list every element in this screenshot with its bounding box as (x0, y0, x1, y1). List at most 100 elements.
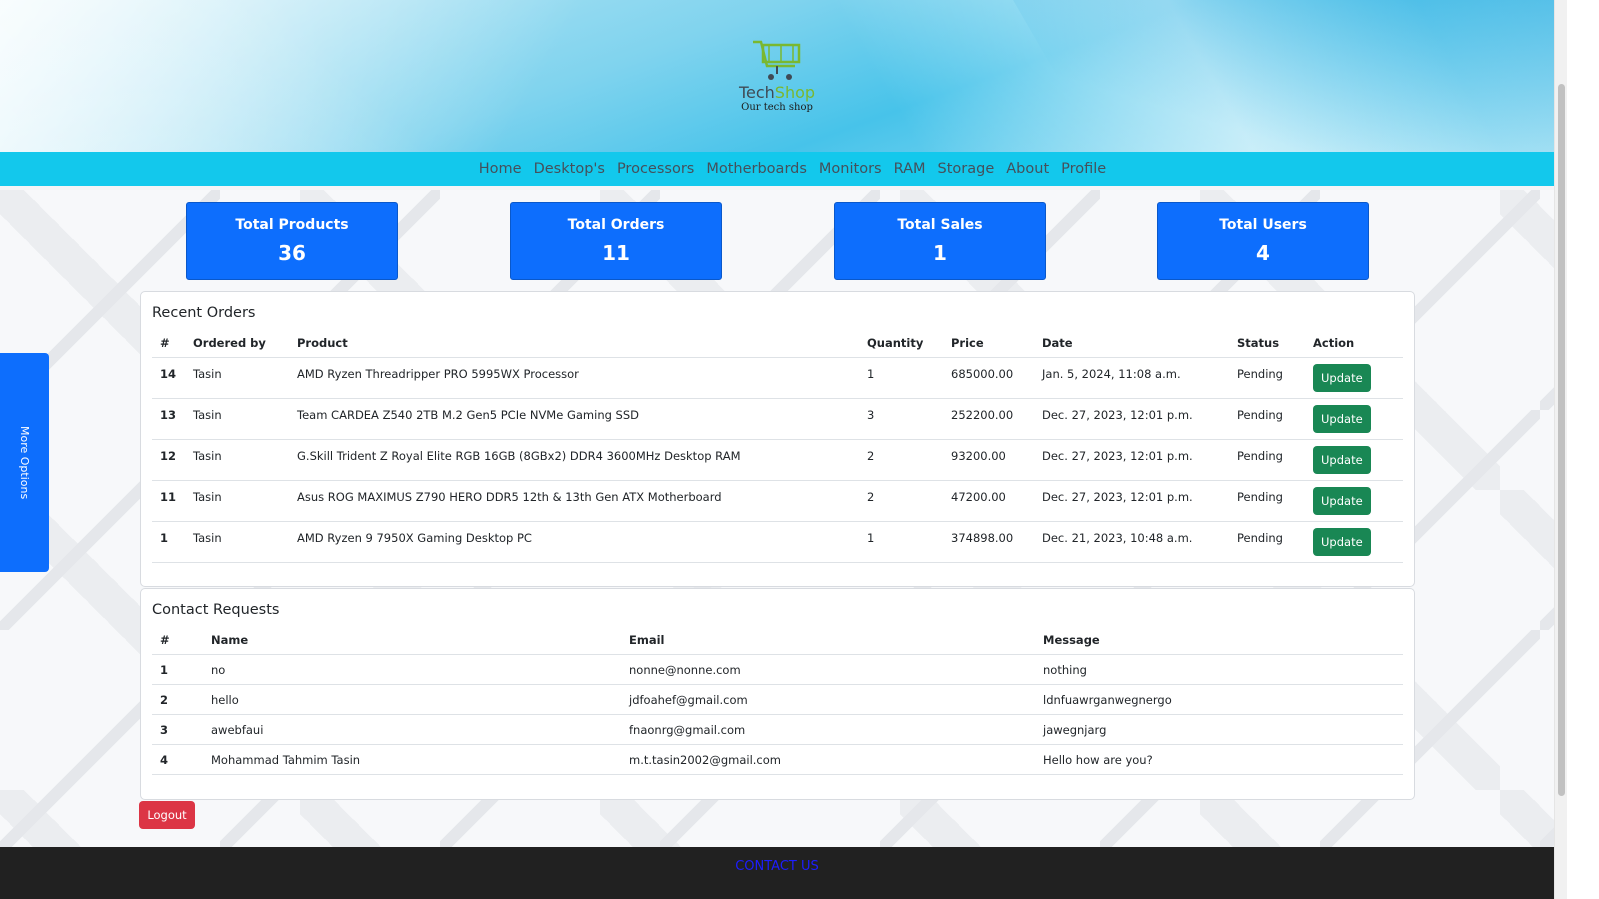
contact-message: jawegnjarg (1035, 714, 1403, 745)
stat-title: Total Sales (897, 217, 983, 233)
main-nav: Home Desktop's Processors Motherboards M… (0, 152, 1585, 186)
contact-id: 1 (152, 654, 203, 685)
nav-profile[interactable]: Profile (1061, 161, 1106, 177)
order-product: Asus ROG MAXIMUS Z790 HERO DDR5 12th & 1… (289, 480, 859, 522)
order-id: 14 (152, 357, 185, 399)
stat-title: Total Users (1219, 217, 1307, 233)
stat-title: Total Orders (567, 217, 665, 233)
contact-us-link[interactable]: CONTACT US (735, 859, 819, 874)
stat-value: 11 (602, 241, 630, 265)
nav-storage[interactable]: Storage (938, 161, 995, 177)
contacts-table: # Name Email Message 1 no nonne@nonne.co… (152, 626, 1403, 775)
contact-name: awebfaui (203, 714, 621, 745)
nav-about[interactable]: About (1006, 161, 1049, 177)
nav-home[interactable]: Home (479, 161, 522, 177)
order-action-cell: Update (1305, 357, 1403, 399)
update-button[interactable]: Update (1313, 446, 1371, 474)
table-row: 4 Mohammad Tahmim Tasin m.t.tasin2002@gm… (152, 744, 1403, 775)
order-date: Jan. 5, 2024, 11:08 a.m. (1034, 357, 1229, 399)
site-logo[interactable]: TechShop Our tech shop (735, 36, 819, 114)
col-header-number: # (152, 329, 185, 358)
update-button[interactable]: Update (1313, 405, 1371, 433)
order-price: 374898.00 (943, 521, 1034, 563)
order-status: Pending (1229, 521, 1305, 563)
table-row: 2 hello jdfoahef@gmail.com ldnfuawrganwe… (152, 684, 1403, 715)
nav-desktops[interactable]: Desktop's (534, 161, 605, 177)
contact-email: jdfoahef@gmail.com (621, 684, 1035, 715)
cart-icon (753, 40, 801, 80)
order-price: 685000.00 (943, 357, 1034, 399)
table-row: 1 no nonne@nonne.com nothing (152, 654, 1403, 685)
col-header-message: Message (1035, 626, 1403, 655)
col-header-quantity: Quantity (859, 329, 943, 358)
more-options-label: More Options (18, 425, 31, 500)
order-by: Tasin (185, 480, 289, 522)
contact-email: m.t.tasin2002@gmail.com (621, 744, 1035, 775)
order-date: Dec. 21, 2023, 10:48 a.m. (1034, 521, 1229, 563)
scrollbar-thumb[interactable] (1558, 84, 1565, 796)
order-status: Pending (1229, 439, 1305, 481)
table-row: 12 Tasin G.Skill Trident Z Royal Elite R… (152, 439, 1403, 481)
logout-button[interactable]: Logout (139, 801, 195, 829)
page-scrollbar[interactable] (1554, 0, 1568, 899)
order-product: AMD Ryzen Threadripper PRO 5995WX Proces… (289, 357, 859, 399)
contacts-header-row: # Name Email Message (152, 626, 1403, 655)
orders-header-row: # Ordered by Product Quantity Price Date… (152, 329, 1403, 358)
nav-ram[interactable]: RAM (894, 161, 926, 177)
nav-monitors[interactable]: Monitors (819, 161, 882, 177)
order-product: AMD Ryzen 9 7950X Gaming Desktop PC (289, 521, 859, 563)
recent-orders-title: Recent Orders (152, 305, 256, 321)
order-status: Pending (1229, 480, 1305, 522)
brand-name: TechShop (735, 84, 819, 102)
orders-table: # Ordered by Product Quantity Price Date… (152, 329, 1403, 563)
order-id: 11 (152, 480, 185, 522)
contact-requests-panel: Contact Requests # Name Email Message 1 … (140, 588, 1415, 800)
order-quantity: 1 (859, 357, 943, 399)
contact-name: Mohammad Tahmim Tasin (203, 744, 621, 775)
update-button[interactable]: Update (1313, 364, 1371, 392)
contact-message: ldnfuawrganwegnergo (1035, 684, 1403, 715)
col-header-email: Email (621, 626, 1035, 655)
contact-email: nonne@nonne.com (621, 654, 1035, 685)
nav-motherboards[interactable]: Motherboards (706, 161, 807, 177)
col-header-name: Name (203, 626, 621, 655)
nav-processors[interactable]: Processors (617, 161, 694, 177)
stat-value: 4 (1256, 241, 1270, 265)
order-id: 12 (152, 439, 185, 481)
order-quantity: 2 (859, 480, 943, 522)
contact-id: 3 (152, 714, 203, 745)
update-button[interactable]: Update (1313, 528, 1371, 556)
order-product: Team CARDEA Z540 2TB M.2 Gen5 PCIe NVMe … (289, 398, 859, 440)
header-banner: TechShop Our tech shop (0, 0, 1585, 152)
order-date: Dec. 27, 2023, 12:01 p.m. (1034, 398, 1229, 440)
table-row: 14 Tasin AMD Ryzen Threadripper PRO 5995… (152, 357, 1403, 399)
stat-title: Total Products (235, 217, 349, 233)
order-quantity: 2 (859, 439, 943, 481)
stat-value: 36 (278, 241, 306, 265)
update-button[interactable]: Update (1313, 487, 1371, 515)
order-price: 93200.00 (943, 439, 1034, 481)
order-by: Tasin (185, 357, 289, 399)
contact-name: no (203, 654, 621, 685)
order-quantity: 1 (859, 521, 943, 563)
brand-tagline: Our tech shop (741, 102, 813, 113)
brand-name-part2: Shop (774, 83, 816, 102)
brand-name-part1: Tech (738, 83, 775, 102)
order-action-cell: Update (1305, 439, 1403, 481)
stat-value: 1 (933, 241, 947, 265)
col-header-ordered-by: Ordered by (185, 329, 289, 358)
stat-card-orders: Total Orders 11 (510, 202, 722, 280)
contact-requests-title: Contact Requests (152, 602, 280, 618)
order-by: Tasin (185, 439, 289, 481)
contact-message: Hello how are you? (1035, 744, 1403, 775)
order-product: G.Skill Trident Z Royal Elite RGB 16GB (… (289, 439, 859, 481)
table-row: 3 awebfaui fnaonrg@gmail.com jawegnjarg (152, 714, 1403, 745)
col-header-status: Status (1229, 329, 1305, 358)
more-options-tab[interactable]: More Options (0, 353, 49, 572)
order-id: 13 (152, 398, 185, 440)
order-action-cell: Update (1305, 480, 1403, 522)
order-id: 1 (152, 521, 185, 563)
order-date: Dec. 27, 2023, 12:01 p.m. (1034, 439, 1229, 481)
footer: CONTACT US (0, 847, 1554, 899)
stat-card-users: Total Users 4 (1157, 202, 1369, 280)
